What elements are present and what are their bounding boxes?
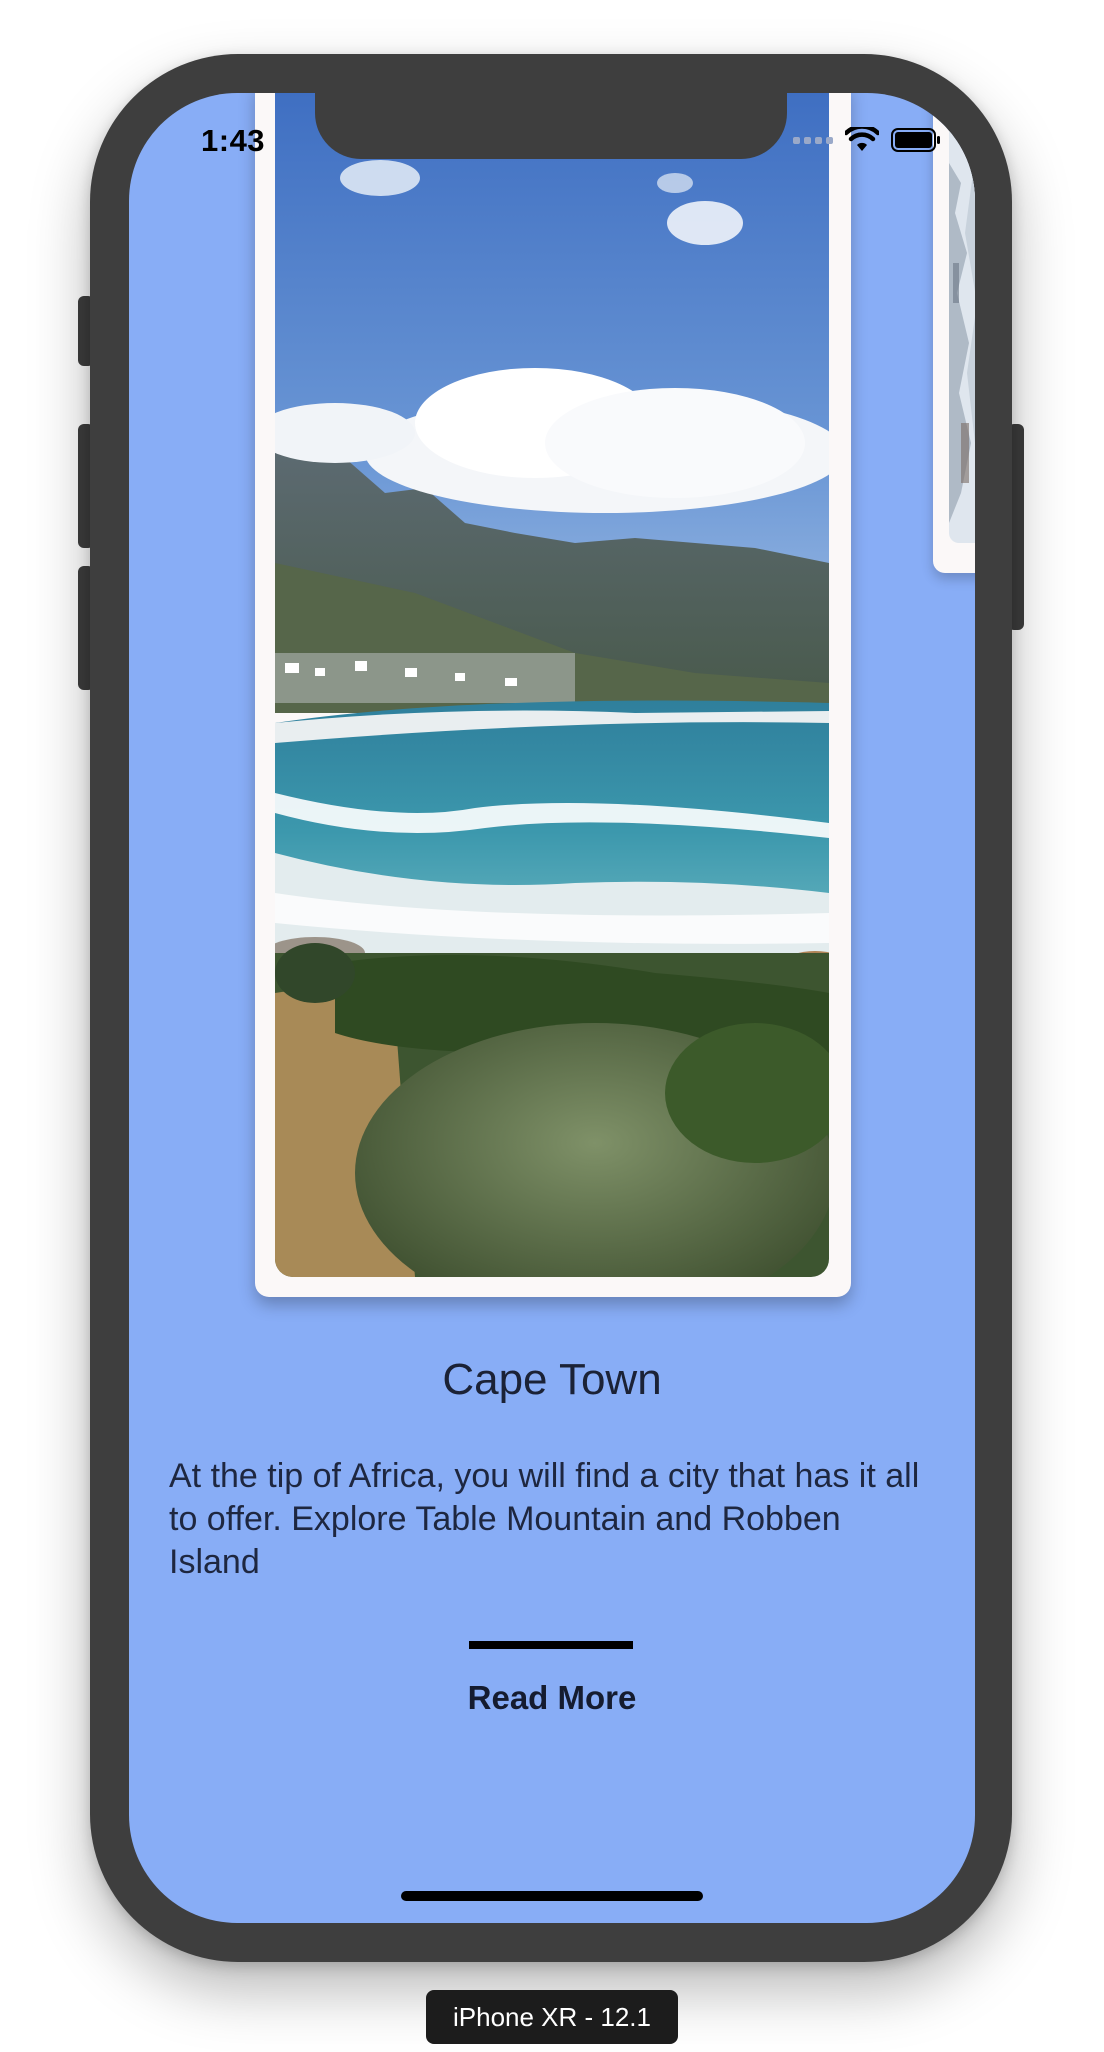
cellular-signal-icon: [793, 136, 833, 144]
notch: [315, 93, 787, 159]
snowy-landscape-photo-image: [949, 123, 975, 543]
read-more-button[interactable]: Read More: [129, 1679, 975, 1717]
snowy-landscape-photo: [949, 123, 975, 543]
battery-icon: [891, 128, 940, 152]
device-label: iPhone XR - 12.1: [426, 1990, 678, 2044]
destination-description: At the tip of Africa, you will find a ci…: [169, 1457, 920, 1581]
phone-screen: 1:43 Cape Town At the tip of Africa, you…: [129, 93, 975, 1923]
home-indicator[interactable]: [401, 1891, 703, 1901]
wifi-icon: [845, 127, 879, 151]
status-icons: [793, 127, 941, 153]
destination-title: Cape Town: [442, 1355, 662, 1404]
read-more-divider: [469, 1641, 633, 1649]
next-destination-card[interactable]: [933, 93, 975, 573]
simulator-stage: 1:43 Cape Town At the tip of Africa, you…: [0, 0, 1104, 2052]
destination-card[interactable]: [255, 93, 851, 1297]
cape-town-photo: [275, 93, 829, 1277]
status-time: 1:43: [201, 123, 266, 158]
cape-town-photo-image: [275, 93, 829, 1277]
